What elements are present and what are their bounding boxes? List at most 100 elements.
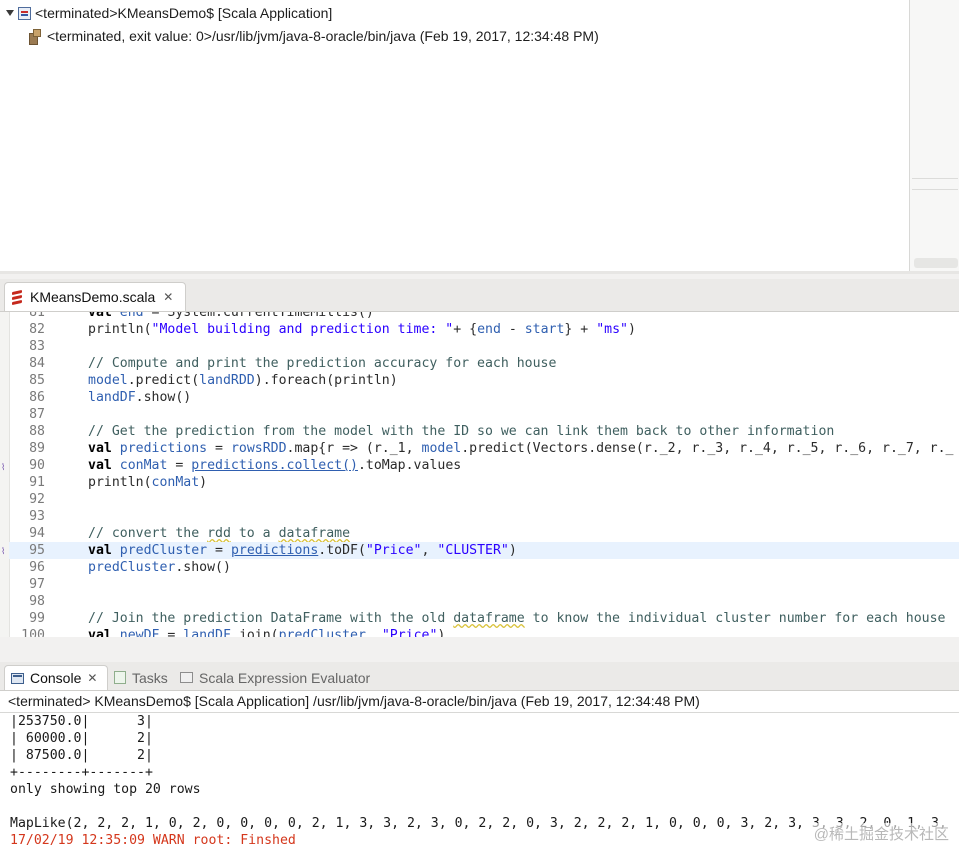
- code-editor[interactable]: ⌇ ⌇ 81 val end = System.currentTimeMillis…: [0, 312, 959, 637]
- line-number: 96: [29, 560, 45, 575]
- line-number: 86: [29, 390, 45, 405]
- code-token: end: [477, 322, 501, 337]
- debug-vertical-scrollbar[interactable]: [909, 0, 959, 274]
- code-token: ).foreach(println): [254, 373, 398, 388]
- code-line[interactable]: 96 predCluster.show(): [9, 559, 959, 576]
- code-token: val: [88, 628, 120, 637]
- code-token: start: [524, 322, 565, 337]
- line-number: 100: [21, 628, 45, 637]
- code-line[interactable]: 93: [9, 508, 959, 525]
- code-line[interactable]: 91 println(conMat): [9, 474, 959, 491]
- line-number: 99: [29, 611, 45, 626]
- code-token: =: [159, 628, 184, 637]
- code-token: predCluster: [278, 628, 366, 637]
- code-line[interactable]: 87: [9, 406, 959, 423]
- code-line[interactable]: 88 // Get the prediction from the model w…: [9, 423, 959, 440]
- close-tab-icon[interactable]: ✕: [163, 290, 173, 304]
- code-token: landRDD: [199, 373, 255, 388]
- code-token: val: [88, 312, 120, 320]
- console-output-line: | 87500.0| 2|: [10, 748, 153, 763]
- code-text: val predCluster = predictions.toDF("Pric…: [88, 542, 517, 559]
- code-token: "CLUSTER": [437, 543, 509, 558]
- code-token: .toMap.values: [357, 458, 462, 473]
- code-line[interactable]: 98: [9, 593, 959, 610]
- code-token: ): [508, 543, 517, 558]
- line-number: 95: [29, 543, 45, 558]
- code-line[interactable]: 82 println("Model building and prediction…: [9, 321, 959, 338]
- code-token: model: [421, 441, 462, 456]
- code-text: val newDF = landDF.join(predCluster, "Pr…: [88, 627, 445, 637]
- code-token: .show(): [135, 390, 192, 405]
- code-line[interactable]: 100 val newDF = landDF.join(predCluster, …: [9, 627, 959, 637]
- panel-divider: [0, 271, 959, 274]
- tab-kmeansdemo-scala[interactable]: KMeansDemo.scala ✕: [4, 282, 186, 311]
- code-token: to know the individual cluster number fo…: [524, 611, 946, 626]
- code-token: .join(: [230, 628, 279, 637]
- code-token: .collect(): [278, 458, 358, 473]
- code-text: landDF.show(): [88, 389, 191, 406]
- code-line[interactable]: 86 landDF.show(): [9, 389, 959, 406]
- line-number: 89: [29, 441, 45, 456]
- code-token: val: [88, 458, 120, 473]
- line-number: 97: [29, 577, 45, 592]
- tab-tasks[interactable]: Tasks: [114, 665, 168, 690]
- code-token: ): [199, 475, 208, 490]
- code-token: =: [167, 458, 192, 473]
- code-line[interactable]: 95 val predCluster = predictions.toDF("Pr…: [9, 542, 959, 559]
- process-tree-item[interactable]: <terminated, exit value: 0>/usr/lib/jvm/…: [28, 27, 599, 45]
- code-line[interactable]: 92: [9, 491, 959, 508]
- code-token: .predict(: [127, 373, 200, 388]
- line-number: 91: [29, 475, 45, 490]
- code-text: println(conMat): [88, 474, 207, 491]
- code-token: predCluster: [119, 543, 208, 558]
- watermark: @稀土掘金技术社区: [809, 823, 949, 844]
- code-token: println(: [88, 322, 152, 337]
- console-output-line: +--------+-------+: [10, 765, 153, 780]
- code-line[interactable]: 83: [9, 338, 959, 355]
- code-token: ,: [365, 628, 382, 637]
- close-tab-icon[interactable]: ✕: [87, 671, 97, 685]
- scrollbar-track-mark: [912, 178, 958, 190]
- collapse-arrow-icon[interactable]: [6, 10, 14, 16]
- launch-tree-item[interactable]: <terminated>KMeansDemo$ [Scala Applicati…: [6, 4, 332, 22]
- code-token: end: [119, 312, 144, 320]
- scrollbar-thumb[interactable]: [914, 258, 958, 268]
- code-line[interactable]: 97: [9, 576, 959, 593]
- code-token: predCluster: [88, 560, 176, 575]
- evaluator-icon: [180, 672, 193, 683]
- line-number: 94: [29, 526, 45, 541]
- code-line[interactable]: 81 val end = System.currentTimeMillis(): [9, 312, 959, 321]
- code-text: val predictions = rowsRDD.map{r => (r._1…: [88, 440, 953, 457]
- code-token: .toDF(: [318, 543, 366, 558]
- code-token: "ms": [596, 322, 628, 337]
- code-token: =: [207, 441, 231, 456]
- code-text: val conMat = predictions.collect().toMap…: [88, 457, 461, 474]
- line-number: 90: [29, 458, 45, 473]
- tab-scala-expression-evaluator[interactable]: Scala Expression Evaluator: [180, 665, 370, 690]
- tab-label: KMeansDemo.scala: [30, 289, 156, 305]
- line-number: 81: [29, 312, 45, 320]
- console-view[interactable]: <terminated> KMeansDemo$ [Scala Applicat…: [0, 691, 959, 848]
- code-token: .predict(Vectors.dense(r._2, r._3, r._4,…: [461, 441, 954, 456]
- code-line[interactable]: 90 val conMat = predictions.collect().toM…: [9, 457, 959, 474]
- code-line[interactable]: 89 val predictions = rowsRDD.map{r => (r.…: [9, 440, 959, 457]
- code-text: // convert the rdd to a dataframe: [88, 525, 350, 542]
- debug-view: <terminated>KMeansDemo$ [Scala Applicati…: [0, 0, 959, 274]
- line-number: 84: [29, 356, 45, 371]
- code-line[interactable]: 94 // convert the rdd to a dataframe: [9, 525, 959, 542]
- tab-console[interactable]: Console ✕: [4, 665, 108, 690]
- line-number: 83: [29, 339, 45, 354]
- code-token: // Join the prediction DataFrame with th…: [88, 611, 454, 626]
- code-text: predCluster.show(): [88, 559, 231, 576]
- code-token: "Price": [365, 543, 422, 558]
- line-number: 82: [29, 322, 45, 337]
- code-line[interactable]: 99 // Join the prediction DataFrame with …: [9, 610, 959, 627]
- console-tab-bar: Console ✕ Tasks Scala Expression Evaluat…: [0, 662, 959, 691]
- code-token: conMat: [151, 475, 200, 490]
- code-line[interactable]: 85 model.predict(landRDD).foreach(println…: [9, 372, 959, 389]
- code-line[interactable]: 84 // Compute and print the prediction ac…: [9, 355, 959, 372]
- code-token: -: [500, 322, 525, 337]
- code-token: println(: [88, 475, 152, 490]
- code-token: newDF: [119, 628, 160, 637]
- code-token: + {: [453, 322, 478, 337]
